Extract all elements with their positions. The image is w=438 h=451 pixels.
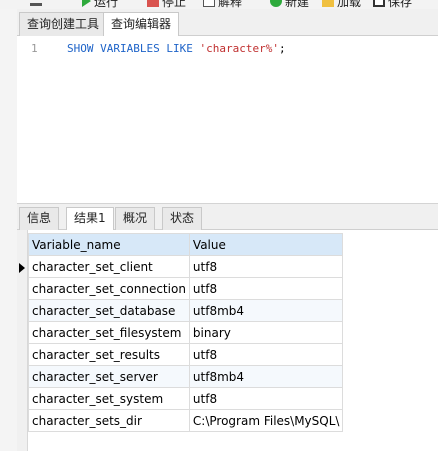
cell-variable-name[interactable]: character_set_results — [28, 343, 190, 366]
query-tab-bar: 查询创建工具 查询编辑器 — [17, 9, 438, 37]
cell-variable-name[interactable]: character_set_server — [28, 365, 190, 388]
run-button[interactable]: 运行 — [82, 0, 118, 9]
table-row[interactable]: character_sets_dir C:\Program Files\MySQ… — [28, 409, 344, 432]
table-row[interactable]: character_set_database utf8mb4 — [28, 299, 344, 322]
cell-value[interactable]: C:\Program Files\MySQL\ — [188, 409, 344, 432]
sql-editor[interactable]: 1 SHOW VARIABLES LIKE 'character%'; — [17, 36, 438, 203]
column-header-variable-name[interactable]: Variable_name — [28, 233, 190, 256]
cell-value[interactable]: utf8 — [188, 387, 344, 410]
sql-keyword: SHOW VARIABLES LIKE — [67, 42, 193, 55]
load-icon — [322, 0, 334, 7]
sql-code-line[interactable]: SHOW VARIABLES LIKE 'character%'; — [67, 42, 286, 55]
table-row[interactable]: character_set_connection utf8 — [28, 277, 344, 300]
cell-value[interactable]: utf8 — [188, 343, 344, 366]
tab-profile[interactable]: 概况 — [115, 207, 156, 230]
result-table: Variable_name Value character_set_client… — [28, 233, 344, 432]
table-row[interactable]: character_set_system utf8 — [28, 387, 344, 410]
load-button[interactable]: 加载 — [322, 0, 361, 9]
tab-query-builder[interactable]: 查询创建工具 — [19, 12, 108, 36]
stop-button[interactable]: 停止 — [147, 0, 186, 9]
cell-variable-name[interactable]: character_sets_dir — [28, 409, 190, 432]
run-icon — [82, 0, 91, 7]
cell-value[interactable]: binary — [188, 321, 344, 344]
stop-icon — [147, 0, 159, 7]
tab-status[interactable]: 状态 — [162, 207, 203, 230]
cell-variable-name[interactable]: character_set_system — [28, 387, 190, 410]
sql-string: 'character%' — [199, 42, 279, 55]
new-button[interactable]: 新建 — [270, 0, 309, 9]
new-icon — [270, 0, 282, 7]
table-row[interactable]: character_set_server utf8mb4 — [28, 365, 344, 388]
save-icon — [373, 0, 385, 7]
column-header-value[interactable]: Value — [188, 233, 344, 256]
table-row[interactable]: character_set_results utf8 — [28, 343, 344, 366]
result-tab-bar: 信息 结果1 概况 状态 — [17, 203, 438, 231]
left-panel-edge — [0, 9, 17, 451]
cell-variable-name[interactable]: character_set_filesystem — [28, 321, 190, 344]
table-header-row: Variable_name Value — [28, 233, 344, 256]
sql-terminator: ; — [278, 42, 286, 55]
cell-value[interactable]: utf8 — [188, 255, 344, 278]
current-row-icon — [19, 263, 25, 273]
tab-result-1[interactable]: 结果1 — [66, 207, 114, 231]
table-row[interactable]: character_set_filesystem binary — [28, 321, 344, 344]
cell-value[interactable]: utf8mb4 — [188, 365, 344, 388]
cell-value[interactable]: utf8mb4 — [188, 299, 344, 322]
tab-info[interactable]: 信息 — [19, 207, 60, 230]
menu-button[interactable] — [30, 0, 42, 8]
menu-icon — [30, 2, 42, 6]
explain-icon — [203, 0, 215, 7]
save-button[interactable]: 保存 — [373, 0, 412, 9]
tab-query-editor[interactable]: 查询编辑器 — [103, 12, 180, 37]
cell-value[interactable]: utf8 — [188, 277, 344, 300]
cell-variable-name[interactable]: character_set_client — [28, 255, 190, 278]
line-number: 1 — [31, 42, 38, 55]
result-grid[interactable]: Variable_name Value character_set_client… — [17, 230, 438, 451]
cell-variable-name[interactable]: character_set_database — [28, 299, 190, 322]
toolbar: 运行 停止 解释 新建 加载 保存 — [0, 0, 438, 9]
table-row[interactable]: character_set_client utf8 — [28, 255, 344, 278]
explain-button[interactable]: 解释 — [203, 0, 242, 9]
cell-variable-name[interactable]: character_set_connection — [28, 277, 190, 300]
